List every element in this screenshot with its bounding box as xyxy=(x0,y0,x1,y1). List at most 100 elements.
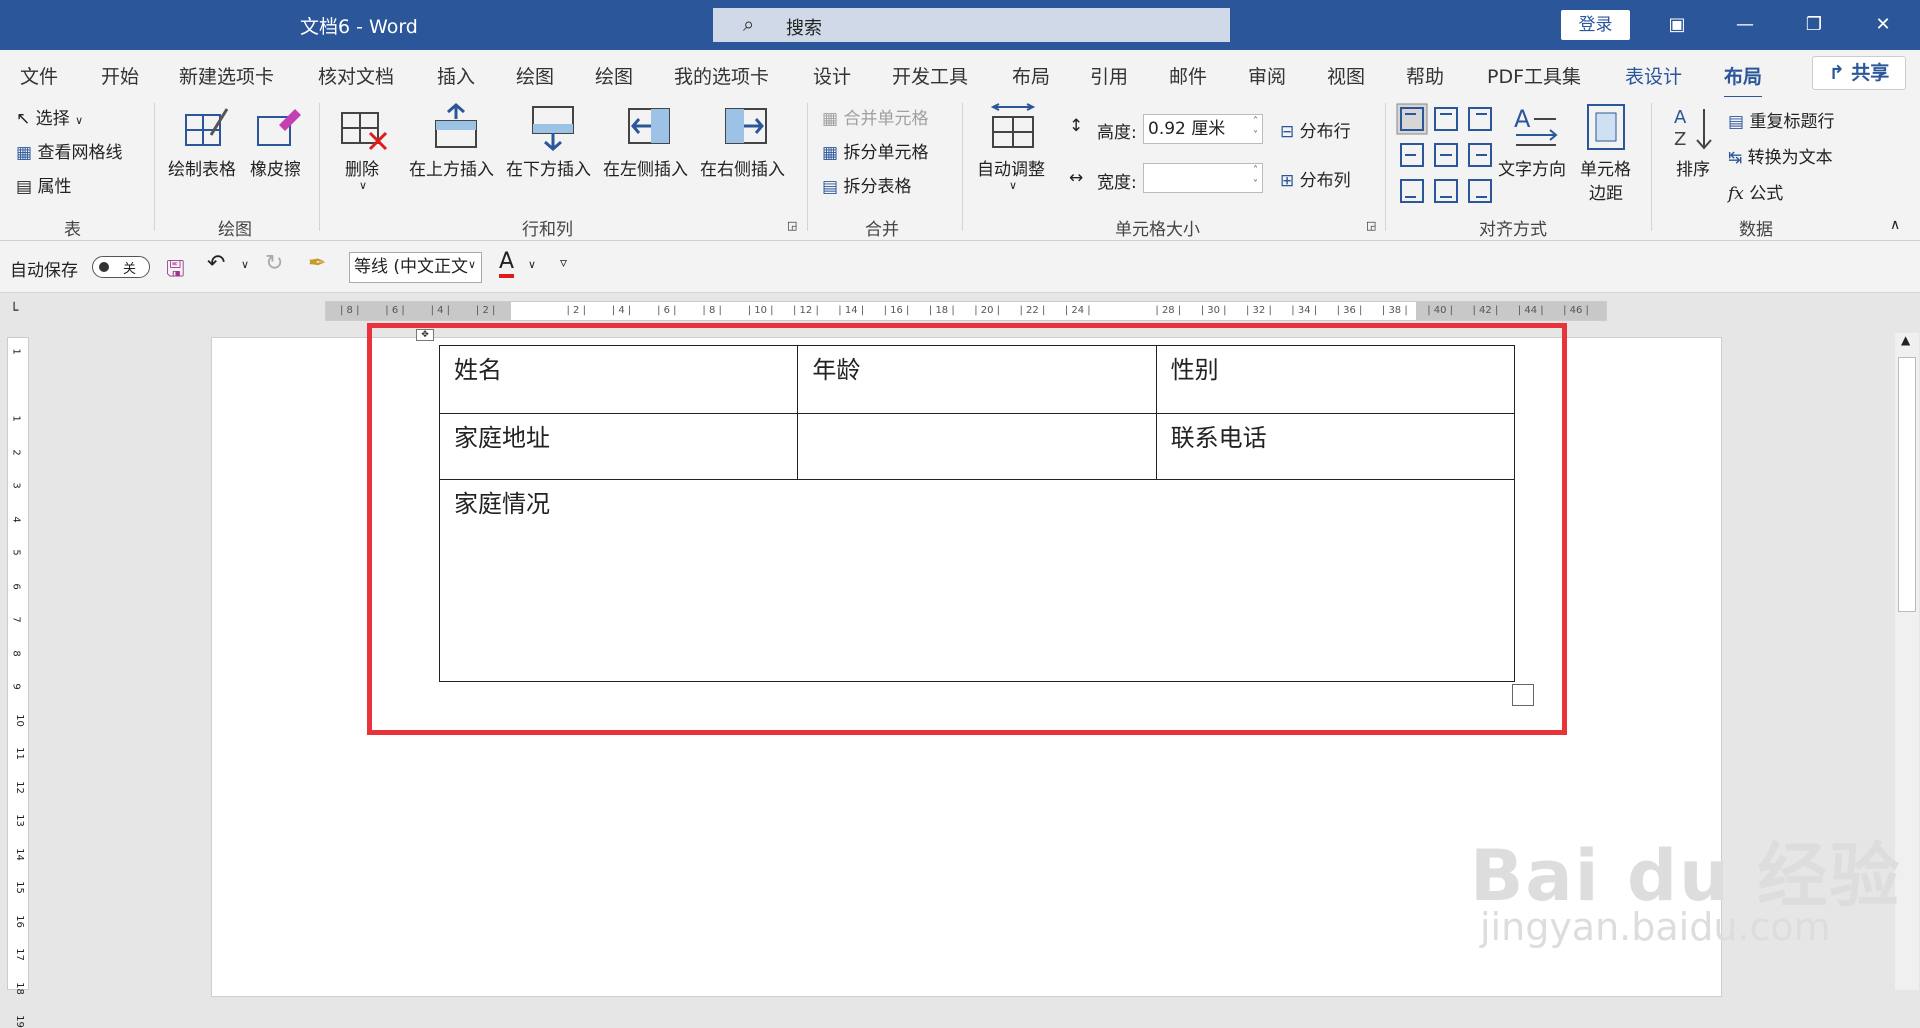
formula-button[interactable]: fx 公式 xyxy=(1728,179,1783,204)
ruler-tick-label: | 2 | xyxy=(566,305,586,316)
ruler-tick-label: | 10 | xyxy=(747,305,774,316)
tab-draw[interactable]: 绘图 xyxy=(516,62,554,89)
ruler-tick-label: | 12 | xyxy=(793,305,819,316)
quick-access-toolbar: 自动保存 关 🖫 ↶ ∨ ↻ ✒ 等线 (中文正文 ∨ A ∨ ▿ xyxy=(0,241,1920,293)
horizontal-ruler[interactable]: | 8 | | 6 | | 4 | | 2 | | 2 | | 4 | | 6 | | 8 |… xyxy=(325,301,1607,321)
ruler-tick-label: 6 xyxy=(10,582,22,590)
select-button[interactable]: ↖ 选择 ∨ xyxy=(16,104,83,129)
tab-draw-2[interactable]: 绘图 xyxy=(595,62,633,89)
tab-file[interactable]: 文件 xyxy=(20,62,58,89)
restore-icon[interactable]: ❐ xyxy=(1794,10,1834,40)
ruler-tick-label: 5 xyxy=(10,549,22,556)
convert-to-text-button[interactable]: ↹ 转换为文本 xyxy=(1728,143,1833,168)
ribbon-display-icon[interactable]: ▣ xyxy=(1657,10,1697,40)
ruler-tick-label: 15 xyxy=(13,881,25,894)
customize-qat-icon[interactable]: ▿ xyxy=(560,255,567,271)
autosave-toggle[interactable]: 关 xyxy=(92,256,150,278)
ruler-tick-label: | 8 | xyxy=(702,305,722,316)
group-separator xyxy=(962,103,963,231)
ruler-tick-label: 18 xyxy=(13,981,25,995)
spinner-arrows-icon[interactable]: ˄ ˅ xyxy=(1253,164,1258,192)
distribute-rows-label: 分布行 xyxy=(1299,122,1351,142)
tab-help[interactable]: 帮助 xyxy=(1406,62,1444,89)
split-cells-button[interactable]: ▦ 拆分单元格 xyxy=(822,138,928,163)
insert-right-label: 在右侧插入 xyxy=(700,160,785,180)
search-box[interactable]: ⌕ 搜索 xyxy=(713,8,1230,42)
save-icon[interactable]: 🖫 xyxy=(166,252,185,290)
font-color-icon[interactable]: A xyxy=(499,250,515,278)
height-input[interactable]: 0.92 厘米 ˄ ˅ xyxy=(1143,114,1263,144)
width-input[interactable]: ˄ ˅ xyxy=(1143,163,1263,193)
alignment-grid-icon[interactable] xyxy=(1396,103,1506,209)
ruler-tick-label: | 46 | xyxy=(1563,305,1589,316)
tab-table-design[interactable]: 表设计 xyxy=(1625,62,1682,89)
tab-pdf-tools[interactable]: PDF工具集 xyxy=(1487,62,1581,89)
ruler-tick-label: 13 xyxy=(13,814,25,827)
tab-stop-icon[interactable]: └ xyxy=(10,303,18,319)
split-cells-icon: ▦ xyxy=(822,143,839,163)
collapse-ribbon-icon[interactable]: ∧ xyxy=(1890,217,1900,233)
group-label-draw: 绘图 xyxy=(218,220,252,240)
ruler-tick-label: | 42 | xyxy=(1472,305,1499,316)
redo-icon[interactable]: ↻ xyxy=(265,251,283,276)
vertical-ruler[interactable]: 1 1 2 3 4 5 6 7 8 9 10 11 12 13 14 15 16 17 18 19 xyxy=(7,337,29,1028)
svg-text:A: A xyxy=(1514,105,1531,133)
minimize-icon[interactable]: — xyxy=(1725,10,1765,40)
repeat-header-rows-button[interactable]: ▤ 重复标题行 xyxy=(1728,107,1834,132)
distribute-columns-button[interactable]: ⊞ 分布列 xyxy=(1280,166,1351,191)
highlight-box xyxy=(367,323,1567,735)
chevron-down-icon: ∨ xyxy=(359,179,368,192)
tab-check-doc[interactable]: 核对文档 xyxy=(318,62,394,89)
autofit-label: 自动调整 xyxy=(977,160,1045,180)
insert-above-label: 在上方插入 xyxy=(409,160,494,180)
ruler-tick-label: 10 xyxy=(13,713,25,727)
chevron-down-icon[interactable]: ∨ xyxy=(468,258,477,271)
convert-text-icon: ↹ xyxy=(1728,148,1743,168)
chevron-down-icon[interactable]: ∨ xyxy=(241,258,249,271)
tab-design[interactable]: 设计 xyxy=(813,62,851,89)
tab-view[interactable]: 视图 xyxy=(1327,62,1365,89)
delete-label: 删除 xyxy=(345,160,379,180)
close-icon[interactable]: ✕ xyxy=(1863,10,1903,40)
autosave-state: 关 xyxy=(123,262,137,277)
ruler-tick-label: 4 xyxy=(10,515,22,523)
scrollbar-thumb[interactable] xyxy=(1898,357,1916,612)
text-direction-label: 文字方向 xyxy=(1498,160,1566,180)
watermark-url: jingyan.baidu.com xyxy=(1480,905,1831,949)
tab-table-layout[interactable]: 布局 xyxy=(1724,62,1763,99)
tab-home[interactable]: 开始 xyxy=(101,62,139,89)
share-icon: ↱ xyxy=(1828,62,1845,84)
height-value: 0.92 厘米 xyxy=(1148,119,1226,139)
delete-table-icon xyxy=(341,112,388,151)
tab-new-tab[interactable]: 新建选项卡 xyxy=(179,62,274,89)
spinner-arrows-icon[interactable]: ˄ ˅ xyxy=(1253,115,1258,143)
undo-icon[interactable]: ↶ xyxy=(207,251,225,276)
merge-cells-button[interactable]: ▦ 合并单元格 xyxy=(822,104,928,129)
tab-developer[interactable]: 开发工具 xyxy=(892,62,968,89)
tab-my-tab[interactable]: 我的选项卡 xyxy=(674,62,769,89)
ruler-tick-label: | 4 | xyxy=(611,305,632,316)
insert-left-label: 在左侧插入 xyxy=(603,160,688,180)
convert-text-label: 转换为文本 xyxy=(1747,148,1833,168)
ribbon: ↖ 选择 ∨ ▦ 查看网格线 ▤ 属性 表 绘制表格 橡皮擦 绘图 删除 ∨ 在… xyxy=(0,97,1920,241)
view-gridlines-button[interactable]: ▦ 查看网格线 xyxy=(16,138,122,163)
chevron-down-icon[interactable]: ∨ xyxy=(528,258,536,271)
tab-mailings[interactable]: 邮件 xyxy=(1169,62,1207,89)
share-button[interactable]: ↱ 共享 xyxy=(1812,56,1906,90)
format-painter-icon[interactable]: ✒ xyxy=(308,251,326,276)
dialog-launcher-icon[interactable]: ◲ xyxy=(787,219,797,232)
split-table-icon: ▤ xyxy=(822,177,839,197)
properties-button[interactable]: ▤ 属性 xyxy=(16,172,71,197)
dialog-launcher-icon[interactable]: ◲ xyxy=(1366,219,1376,232)
merge-cells-label: 合并单元格 xyxy=(843,109,929,129)
tab-insert[interactable]: 插入 xyxy=(437,62,475,89)
scroll-up-icon[interactable]: ▲ xyxy=(1901,333,1910,347)
tab-references[interactable]: 引用 xyxy=(1090,62,1128,89)
split-table-button[interactable]: ▤ 拆分表格 xyxy=(822,172,911,197)
font-selector[interactable]: 等线 (中文正文 xyxy=(349,252,482,283)
distribute-rows-button[interactable]: ⊟ 分布行 xyxy=(1280,117,1351,142)
tab-layout[interactable]: 布局 xyxy=(1012,62,1050,89)
login-button[interactable]: 登录 xyxy=(1561,10,1630,40)
tab-review[interactable]: 审阅 xyxy=(1248,62,1286,89)
ruler-tick-label: | 38 | xyxy=(1381,305,1408,316)
